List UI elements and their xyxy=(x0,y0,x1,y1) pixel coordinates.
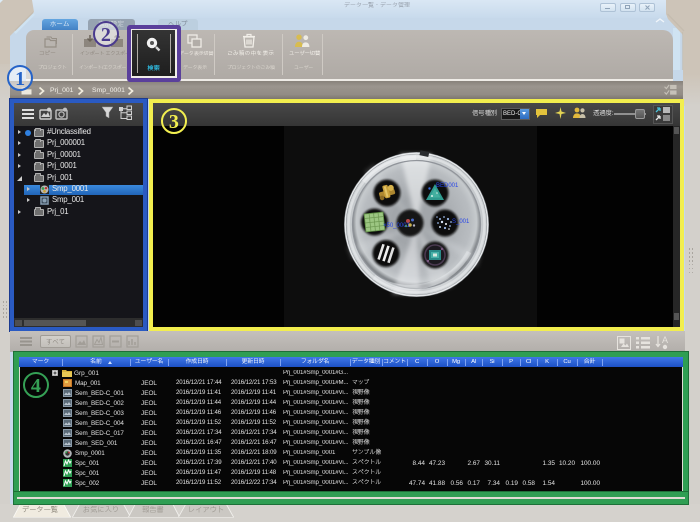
svg-text:A: A xyxy=(662,335,668,345)
